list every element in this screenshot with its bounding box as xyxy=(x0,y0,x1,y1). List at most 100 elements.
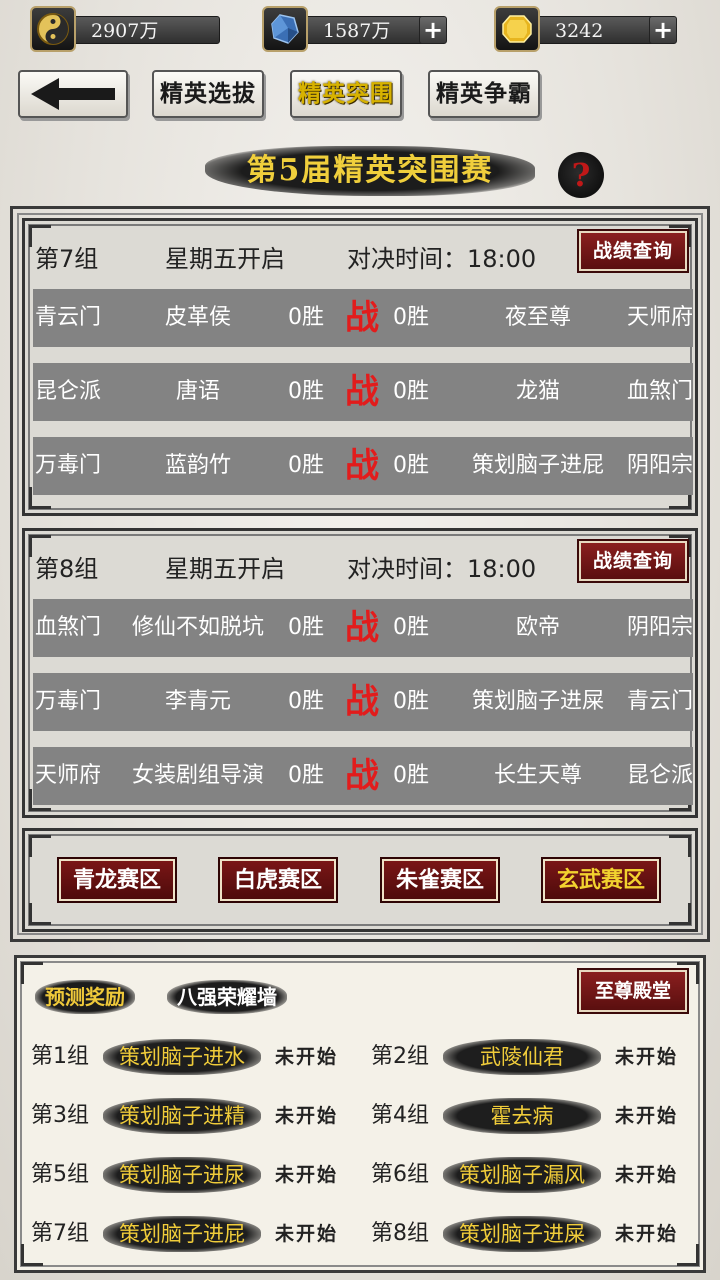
prediction-row[interactable]: 第4组 霍去病 未开始 xyxy=(371,1093,691,1139)
prediction-player: 策划脑子漏风 xyxy=(443,1157,601,1193)
player-a: 唐语 xyxy=(175,379,220,404)
tab-elite-breakout[interactable]: 精英突围 xyxy=(290,70,402,118)
sect-a: 天师府 xyxy=(35,763,102,788)
zone-zhuque-button[interactable]: 朱雀赛区 xyxy=(380,857,500,903)
prediction-row[interactable]: 第1组 策划脑子进水 未开始 xyxy=(31,1034,351,1080)
tab-top8-honor-wall[interactable]: 八强荣耀墙 xyxy=(167,980,287,1014)
prediction-status: 未开始 xyxy=(275,1164,339,1186)
wins-b: 0胜 xyxy=(393,305,429,330)
sect-b: 天师府 xyxy=(626,305,693,330)
zone-baihu-button[interactable]: 白虎赛区 xyxy=(218,857,338,903)
match-row[interactable]: 血煞门 修仙不如脱坑 0胜 战 0胜 欧帝 阴阳宗 xyxy=(33,599,693,657)
tab-elite-contest[interactable]: 精英争霸 xyxy=(428,70,540,118)
match-row[interactable]: 天师府 女装剧组导演 0胜 战 0胜 长生天尊 昆仑派 xyxy=(33,747,693,805)
prediction-status: 未开始 xyxy=(275,1046,339,1068)
tab-elite-selection[interactable]: 精英选拔 xyxy=(152,70,264,118)
supreme-hall-button[interactable]: 至尊殿堂 xyxy=(577,968,689,1014)
prediction-row[interactable]: 第5组 策划脑子进尿 未开始 xyxy=(31,1152,351,1198)
sect-a: 昆仑派 xyxy=(35,379,102,404)
prediction-player: 武陵仙君 xyxy=(443,1039,601,1075)
prediction-group: 第6组 xyxy=(371,1162,429,1187)
versus-mark: 战 xyxy=(345,298,379,338)
player-b: 欧帝 xyxy=(515,615,560,640)
player-b: 龙猫 xyxy=(515,379,560,404)
prediction-player: 策划脑子进屎 xyxy=(443,1216,601,1252)
versus-mark: 战 xyxy=(345,682,379,722)
prediction-player: 霍去病 xyxy=(443,1098,601,1134)
crystal-value: 1587万 xyxy=(292,16,432,44)
wins-a: 0胜 xyxy=(288,763,324,788)
back-arrow-icon xyxy=(31,78,115,110)
match-row[interactable]: 万毒门 蓝韵竹 0胜 战 0胜 策划脑子进屁 阴阳宗 xyxy=(33,437,693,495)
prediction-group: 第5组 xyxy=(31,1162,89,1187)
frame-corner xyxy=(29,835,51,857)
prediction-player: 策划脑子进尿 xyxy=(103,1157,261,1193)
add-gold-button[interactable]: + xyxy=(649,16,677,44)
prediction-row[interactable]: 第3组 策划脑子进精 未开始 xyxy=(31,1093,351,1139)
sect-a: 血煞门 xyxy=(35,615,102,640)
prediction-row[interactable]: 第7组 策划脑子进屁 未开始 xyxy=(31,1211,351,1257)
prediction-status: 未开始 xyxy=(615,1046,679,1068)
page-title: 第5届精英突围赛 xyxy=(246,153,494,188)
match-row[interactable]: 昆仑派 唐语 0胜 战 0胜 龙猫 血煞门 xyxy=(33,363,693,421)
versus-mark: 战 xyxy=(345,756,379,796)
coins-value: 2907万 xyxy=(60,16,220,44)
sect-b: 阴阳宗 xyxy=(626,615,693,640)
frame-corner xyxy=(669,835,691,857)
frame-corner xyxy=(29,903,51,925)
sect-a: 万毒门 xyxy=(35,453,102,478)
group-name: 第8组 xyxy=(35,555,99,583)
prediction-status: 未开始 xyxy=(615,1164,679,1186)
sect-b: 青云门 xyxy=(626,689,693,714)
match-row[interactable]: 青云门 皮革侯 0胜 战 0胜 夜至尊 天师府 xyxy=(33,289,693,347)
versus-mark: 战 xyxy=(345,446,379,486)
group-name: 第7组 xyxy=(35,245,99,273)
gold-value: 3242 xyxy=(524,16,664,44)
sect-a: 万毒门 xyxy=(35,689,102,714)
group-header: 第7组 星期五开启 对决时间：18:00 战绩查询 xyxy=(25,221,695,285)
wins-a: 0胜 xyxy=(288,305,324,330)
prediction-status: 未开始 xyxy=(275,1223,339,1245)
match-row[interactable]: 万毒门 李青元 0胜 战 0胜 策划脑子进屎 青云门 xyxy=(33,673,693,731)
prediction-group: 第4组 xyxy=(371,1103,429,1128)
wins-b: 0胜 xyxy=(393,453,429,478)
help-icon[interactable]: ? xyxy=(558,152,604,198)
sect-a: 青云门 xyxy=(35,305,102,330)
group-header: 第8组 星期五开启 对决时间：18:00 战绩查询 xyxy=(25,531,695,595)
record-query-button[interactable]: 战绩查询 xyxy=(577,229,689,273)
tab-prediction-rewards[interactable]: 预测奖励 xyxy=(35,980,135,1014)
prediction-group: 第1组 xyxy=(31,1044,89,1069)
add-crystal-button[interactable]: + xyxy=(419,16,447,44)
zone-qinglong-button[interactable]: 青龙赛区 xyxy=(57,857,177,903)
group-open-day: 星期五开启 xyxy=(165,245,285,273)
wins-a: 0胜 xyxy=(288,453,324,478)
gold-resource: 3242 + xyxy=(494,6,684,52)
group-battle-time: 对决时间：18:00 xyxy=(347,245,537,273)
yin-yang-coin-icon xyxy=(30,6,76,52)
prediction-status: 未开始 xyxy=(275,1105,339,1127)
player-a: 修仙不如脱坑 xyxy=(131,615,264,640)
sect-b: 昆仑派 xyxy=(626,763,693,788)
prediction-status: 未开始 xyxy=(615,1223,679,1245)
prediction-row[interactable]: 第6组 策划脑子漏风 未开始 xyxy=(371,1152,691,1198)
player-a: 皮革侯 xyxy=(164,305,231,330)
back-button[interactable] xyxy=(18,70,128,118)
prediction-status: 未开始 xyxy=(615,1105,679,1127)
player-b: 长生天尊 xyxy=(493,763,582,788)
wins-b: 0胜 xyxy=(393,689,429,714)
zone-panel: 青龙赛区 白虎赛区 朱雀赛区 玄武赛区 xyxy=(22,828,698,932)
zone-xuanwu-button[interactable]: 玄武赛区 xyxy=(541,857,661,903)
prediction-row[interactable]: 第8组 策划脑子进屎 未开始 xyxy=(371,1211,691,1257)
player-b: 夜至尊 xyxy=(504,305,571,330)
gold-ingot-icon xyxy=(494,6,540,52)
coins-resource: 2907万 xyxy=(30,6,220,52)
player-a: 蓝韵竹 xyxy=(164,453,231,478)
record-query-button[interactable]: 战绩查询 xyxy=(577,539,689,583)
prediction-player: 策划脑子进屁 xyxy=(103,1216,261,1252)
group-panel: 第7组 星期五开启 对决时间：18:00 战绩查询 青云门 皮革侯 0胜 战 0… xyxy=(22,218,698,516)
prediction-group: 第3组 xyxy=(31,1103,89,1128)
frame-corner xyxy=(21,962,43,984)
prediction-row[interactable]: 第2组 武陵仙君 未开始 xyxy=(371,1034,691,1080)
versus-mark: 战 xyxy=(345,372,379,412)
prediction-player: 策划脑子进水 xyxy=(103,1039,261,1075)
